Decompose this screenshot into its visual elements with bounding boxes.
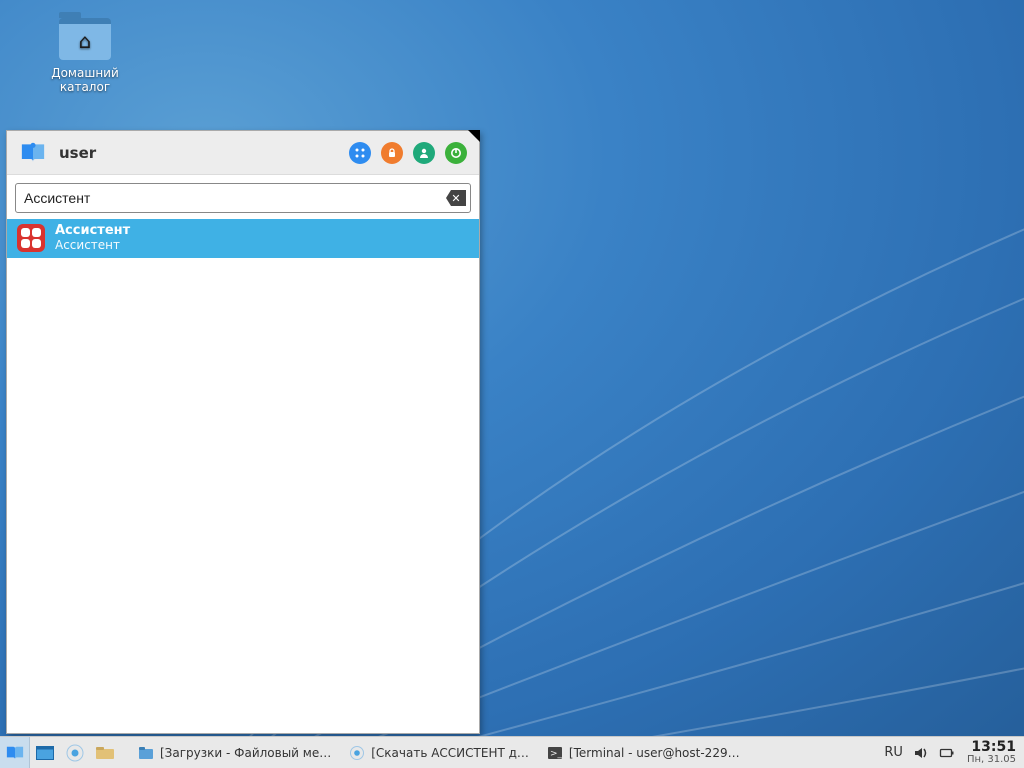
logout-button[interactable] [445,142,467,164]
menu-search-box: ✕ [15,183,471,213]
menu-results: Ассистент Ассистент [7,219,479,733]
keyboard-layout-indicator[interactable]: RU [884,745,903,760]
session-buttons [349,142,467,164]
home-icon: ⌂ [79,29,92,53]
clock[interactable]: 13:51 Пн, 31.05 [963,737,1024,768]
start-menu-button[interactable] [0,737,30,768]
volume-icon[interactable] [913,745,929,761]
settings-button[interactable] [349,142,371,164]
launcher-files[interactable] [90,737,120,768]
task-label: [Загрузки - Файловый ме… [160,746,331,760]
menu-logo-icon [19,141,47,165]
battery-icon[interactable] [939,745,955,761]
folder-icon: ⌂ [59,18,111,60]
svg-text:>_: >_ [550,749,563,759]
launcher-chromium[interactable] [60,737,90,768]
clock-time: 13:51 [967,740,1016,755]
folder-icon [138,745,154,761]
search-input[interactable] [24,190,440,206]
taskbar: [Загрузки - Файловый ме… [Скачать АССИСТ… [0,736,1024,768]
desktop-icon-home[interactable]: ⌂ Домашний каталог [40,18,130,94]
browser-icon [349,745,365,761]
task-label: [Terminal - user@host-229… [569,746,740,760]
switch-user-button[interactable] [413,142,435,164]
application-menu: user ✕ Ассистент Ассистент [6,130,480,734]
desktop-icon-label: Домашний каталог [51,66,119,94]
task-terminal[interactable]: >_ [Terminal - user@host-229… [539,740,748,766]
task-file-manager[interactable]: [Загрузки - Файловый ме… [130,740,339,766]
task-label: [Скачать АССИСТЕНТ д… [371,746,529,760]
system-tray: RU [876,737,963,768]
clock-date: Пн, 31.05 [967,755,1016,766]
search-clear-button[interactable]: ✕ [446,190,466,206]
lock-screen-button[interactable] [381,142,403,164]
task-browser[interactable]: [Скачать АССИСТЕНТ д… [341,740,537,766]
menu-header: user [7,131,479,175]
show-desktop-button[interactable] [30,737,60,768]
menu-username: user [59,144,349,162]
taskbar-left [0,737,126,768]
result-title: Ассистент [55,224,130,239]
menu-search-row: ✕ [7,175,479,219]
taskbar-tasks: [Загрузки - Файловый ме… [Скачать АССИСТ… [126,737,876,768]
app-icon-assistent [17,224,45,252]
terminal-icon: >_ [547,745,563,761]
result-item-assistent[interactable]: Ассистент Ассистент [7,219,479,258]
result-subtitle: Ассистент [55,239,130,253]
